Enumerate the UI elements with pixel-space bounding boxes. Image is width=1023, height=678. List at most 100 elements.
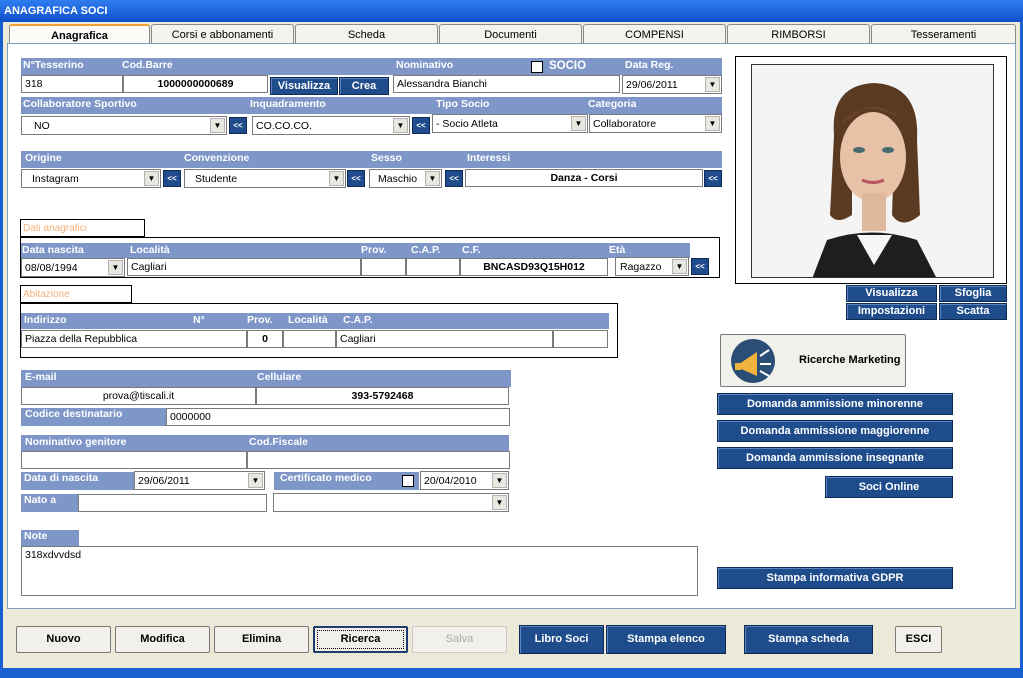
eta-shift-button[interactable]: << [691, 258, 709, 275]
chevron-down-icon[interactable]: ▼ [492, 495, 507, 510]
nato-combo[interactable]: ▼ [273, 493, 509, 512]
abit-localita-field[interactable]: Cagliari [336, 330, 553, 348]
barcode-field[interactable]: 1000000000689 [123, 75, 268, 93]
chevron-down-icon[interactable]: ▼ [425, 171, 440, 186]
stampa-gdpr-button[interactable]: Stampa informativa GDPR [717, 567, 953, 589]
chevron-down-icon[interactable]: ▼ [210, 118, 225, 133]
tab-scheda[interactable]: Scheda [295, 24, 438, 44]
marketing-button[interactable]: Ricerche Marketing [720, 334, 906, 387]
origine-label: Origine [25, 152, 62, 164]
inquadr-combo[interactable]: CO.CO.CO. ▼ [252, 116, 410, 135]
tipo-label: Tipo Socio [436, 98, 490, 110]
cap-label: C.A.P. [411, 244, 441, 256]
photo-visualizza-button[interactable]: Visualizza [846, 285, 937, 302]
genitore-label: Nominativo genitore [25, 436, 127, 448]
esci-button[interactable]: ESCI [895, 626, 942, 653]
interessi-shift-button[interactable]: << [704, 170, 722, 187]
email-field[interactable]: prova@tiscali.it [21, 387, 256, 405]
chevron-down-icon[interactable]: ▼ [672, 259, 687, 274]
codfisc-label: Cod.Fiscale [249, 436, 308, 448]
cf-field[interactable]: BNCASD93Q15H012 [460, 258, 608, 276]
salva-button[interactable]: Salva [412, 626, 507, 653]
indirizzo-field[interactable]: Piazza della Repubblica [21, 330, 247, 348]
codfisc-field[interactable] [247, 451, 510, 469]
cert-date-combo[interactable]: 20/04/2010 ▼ [420, 471, 509, 490]
chevron-down-icon[interactable]: ▼ [705, 116, 720, 131]
soci-online-button[interactable]: Soci Online [825, 476, 953, 498]
modifica-button[interactable]: Modifica [115, 626, 210, 653]
dati-anagrafici-title: Dati anagrafici [20, 219, 145, 237]
data-reg-label: Data Reg. [625, 59, 674, 71]
tab-anagrafica[interactable]: Anagrafica [9, 24, 150, 44]
tipo-combo[interactable]: - Socio Atleta ▼ [432, 114, 588, 133]
data-reg-combo[interactable]: 29/06/2011 ▼ [622, 75, 722, 94]
convenzione-shift-button[interactable]: << [347, 170, 365, 187]
nascita-label: Data nascita [22, 244, 84, 256]
genitore-field[interactable] [21, 451, 247, 469]
cap-field[interactable] [406, 258, 460, 276]
crea-barcode-button[interactable]: Crea [339, 77, 389, 95]
chevron-down-icon[interactable]: ▼ [492, 473, 507, 488]
eta-label: Età [609, 244, 626, 256]
domanda-insegnante-button[interactable]: Domanda ammissione insegnante [717, 447, 953, 469]
nascita-combo[interactable]: 08/08/1994 ▼ [21, 258, 125, 277]
collab-shift-button[interactable]: << [229, 117, 247, 134]
tab-tesseramenti[interactable]: Tesseramenti [871, 24, 1016, 44]
chevron-down-icon[interactable]: ▼ [329, 171, 344, 186]
tessera-field[interactable]: 318 [21, 75, 123, 93]
abit-prov-field[interactable] [283, 330, 336, 348]
cert-checkbox[interactable] [402, 475, 414, 487]
tab-rimborsi[interactable]: RIMBORSI [727, 24, 870, 44]
datanasc-combo[interactable]: 29/06/2011 ▼ [134, 471, 265, 490]
photo-impostazioni-button[interactable]: Impostazioni [846, 303, 937, 320]
localita-field[interactable]: Cagliari [127, 258, 361, 276]
ricerca-button[interactable]: Ricerca [313, 626, 408, 653]
email-label: E-mail [25, 371, 57, 383]
elimina-button[interactable]: Elimina [214, 626, 309, 653]
origine-combo[interactable]: Instagram ▼ [21, 169, 161, 188]
convenzione-combo[interactable]: Studente ▼ [184, 169, 346, 188]
sesso-shift-button[interactable]: << [445, 170, 463, 187]
nato-field[interactable] [78, 494, 267, 512]
socio-checkbox[interactable] [531, 61, 543, 73]
chevron-down-icon[interactable]: ▼ [144, 171, 159, 186]
collab-combo[interactable]: NO ▼ [21, 116, 227, 135]
coddest-field[interactable]: 0000000 [166, 408, 510, 426]
eta-combo[interactable]: Ragazzo ▼ [615, 257, 689, 276]
abit-localita-label: Località [288, 314, 328, 326]
inquadr-shift-button[interactable]: << [412, 117, 430, 134]
chevron-down-icon[interactable]: ▼ [393, 118, 408, 133]
chevron-down-icon[interactable]: ▼ [705, 77, 720, 92]
prov-field[interactable] [361, 258, 406, 276]
categoria-value: Collaboratore [593, 118, 657, 130]
chevron-down-icon[interactable]: ▼ [248, 473, 263, 488]
domanda-maggiorenne-button[interactable]: Domanda ammissione maggiorenne [717, 420, 953, 442]
note-textarea[interactable]: 318xdvvdsd [21, 546, 698, 596]
num-field[interactable]: 0 [247, 330, 283, 348]
visualizza-barcode-button[interactable]: Visualizza [270, 77, 338, 95]
prov-label: Prov. [361, 244, 387, 256]
libro-soci-button[interactable]: Libro Soci [519, 625, 604, 654]
nominativo-field[interactable]: Alessandra Bianchi [393, 75, 620, 93]
chevron-down-icon[interactable]: ▼ [571, 116, 586, 131]
tab-corsi[interactable]: Corsi e abbonamenti [151, 24, 294, 44]
collab-label: Collaboratore Sportivo [23, 98, 137, 110]
num-label: N° [193, 314, 205, 326]
stampa-scheda-button[interactable]: Stampa scheda [744, 625, 873, 654]
sesso-combo[interactable]: Maschio ▼ [369, 169, 442, 188]
photo-sfoglia-button[interactable]: Sfoglia [939, 285, 1007, 302]
tab-compensi[interactable]: COMPENSI [583, 24, 726, 44]
categoria-combo[interactable]: Collaboratore ▼ [589, 114, 722, 133]
interessi-field[interactable]: Danza - Corsi [465, 169, 703, 187]
nascita-value: 08/08/1994 [25, 262, 78, 274]
domanda-minorenne-button[interactable]: Domanda ammissione minorenne [717, 393, 953, 415]
data-reg-value: 29/06/2011 [626, 79, 678, 91]
stampa-elenco-button[interactable]: Stampa elenco [606, 625, 726, 654]
origine-shift-button[interactable]: << [163, 170, 181, 187]
abit-cap-field[interactable] [553, 330, 608, 348]
photo-scatta-button[interactable]: Scatta [939, 303, 1007, 320]
chevron-down-icon[interactable]: ▼ [108, 260, 123, 275]
cell-field[interactable]: 393-5792468 [256, 387, 509, 405]
nuovo-button[interactable]: Nuovo [16, 626, 111, 653]
tab-documenti[interactable]: Documenti [439, 24, 582, 44]
